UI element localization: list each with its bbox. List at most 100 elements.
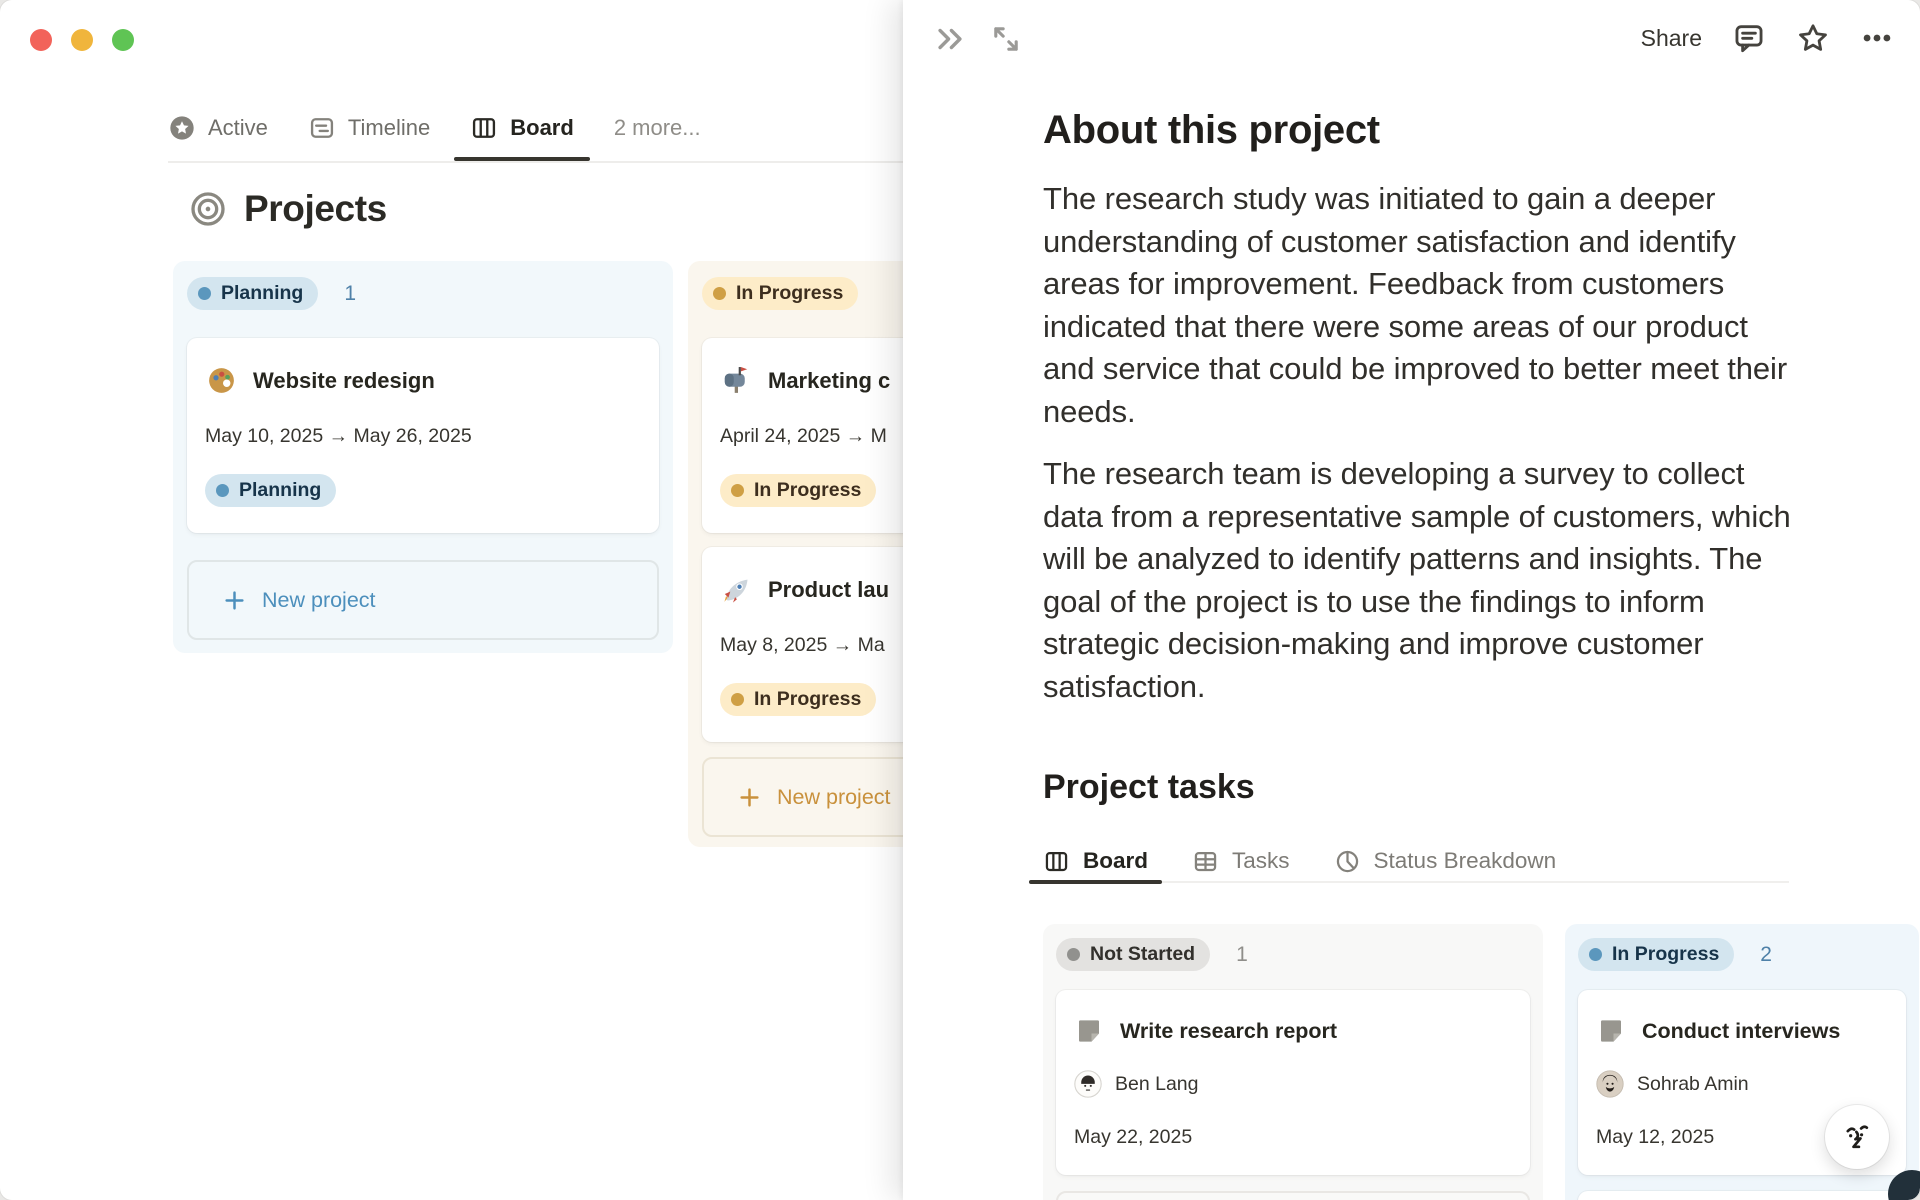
assignee-avatar-sohrab-amin [1596,1070,1624,1098]
notion-window: Active Timeline Board 2 more... Projects… [0,0,1920,1200]
column-header[interactable]: Not Started 1 [1056,938,1530,971]
tab-status-breakdown[interactable]: Status Breakdown [1334,838,1557,884]
timeline-icon [310,118,334,138]
status-label: Planning [239,479,322,501]
assignee-row: Ben Lang [1074,1070,1512,1098]
card-title: Marketing c [768,367,891,393]
status-label: In Progress [1612,943,1720,965]
page-icon [1601,1020,1621,1042]
section-title: Project tasks [1043,768,1255,806]
panel-body: About this project The research study wa… [1028,80,1920,1200]
task-card-interpret-findings[interactable]: Interpret findings [1578,1191,1906,1200]
card-status-tag: In Progress [720,474,877,507]
tab-label: Status Breakdown [1373,848,1557,873]
task-view-tabs: Board Tasks Status Breakdown [1028,838,1789,884]
status-label: In Progress [736,282,844,304]
card-title: Product lau [768,576,890,602]
status-label: In Progress [754,688,862,710]
assignee-row: Sohrab Amin [1596,1070,1888,1098]
task-board: Not Started 1 Write research report Ben … [1043,924,1920,1200]
status-badge-planning: Planning [187,277,319,310]
status-dot [731,484,744,497]
page-title-row: Projects [188,188,387,230]
assignee-name: Sohrab Amin [1637,1072,1749,1095]
tab-tasks[interactable]: Tasks [1192,838,1290,884]
expand-diagonal-icon[interactable] [989,22,1023,56]
paragraph: The research study was initiated to gain… [1043,181,1788,429]
new-task-button[interactable]: New task [1056,1191,1530,1200]
document-title: About this project [1043,108,1380,152]
star-circle-icon [170,116,194,140]
comment-icon[interactable] [1732,21,1766,55]
mailbox-icon [724,367,748,393]
column-count: 1 [344,281,357,305]
status-badge-in-progress: In Progress [1578,938,1735,971]
new-project-label: New project [777,784,891,809]
column-count: 1 [1236,942,1248,966]
tabs-divider [168,161,903,163]
minimize-button[interactable] [71,29,93,51]
card-title: Conduct interviews [1642,1018,1841,1043]
card-title: Website redesign [253,367,435,393]
paragraph: The research team is developing a survey… [1043,456,1791,704]
column-count: 2 [1760,942,1772,966]
status-label: Not Started [1090,943,1196,965]
page-title: Projects [244,188,387,229]
assignee-avatar-ben-lang [1074,1070,1102,1098]
task-column-not-started: Not Started 1 Write research report Ben … [1043,924,1543,1200]
tab-label: Board [1083,848,1149,873]
close-button[interactable] [30,29,52,51]
tab-board-view[interactable]: Board [454,103,590,161]
tab-timeline-view[interactable]: Timeline [308,103,430,153]
status-dot [1589,948,1602,961]
plus-icon [740,787,759,807]
card-date-range: May 10, 2025 → May 26, 2025 [205,425,472,447]
column-header[interactable]: In Progress 2 [1578,938,1906,971]
zoom-button[interactable] [112,29,134,51]
column-header[interactable]: Planning 1 [187,277,659,310]
status-dot [1067,948,1080,961]
board-icon [1045,851,1068,871]
panel-toolbar-left [933,22,1023,56]
target-icon [191,192,225,226]
tab-label: Timeline [347,115,431,140]
board-column-planning: Planning 1 Website redesign May 10, 2025… [173,261,673,653]
side-peek-panel: Share About this project The research st… [903,0,1920,1200]
share-button[interactable]: Share [1641,18,1702,58]
plus-icon [225,590,244,610]
palette-icon [209,368,234,393]
status-badge-in-progress: In Progress [702,277,859,310]
page-icon [1079,1020,1099,1042]
panel-toolbar-right: Share [1641,18,1894,58]
status-badge-not-started: Not Started [1056,938,1211,971]
new-project-label: New project [262,587,376,612]
screen: Active Timeline Board 2 more... Projects… [0,0,1920,1200]
pie-chart-icon [1336,850,1358,872]
notion-ai-face-icon [1846,1125,1869,1149]
tab-label: Tasks [1232,848,1290,873]
tab-label: Active [208,115,268,140]
more-dots-icon[interactable] [1860,21,1894,55]
tab-active-view[interactable]: Active [168,103,268,153]
status-label: Planning [221,282,304,304]
new-project-button-planning[interactable]: New project [187,560,659,640]
task-card-write-research-report[interactable]: Write research report Ben Lang May 22, 2… [1056,990,1530,1175]
status-dot [731,693,744,706]
status-dot [713,287,726,300]
star-icon[interactable] [1796,21,1830,55]
rocket-icon [724,579,748,603]
table-icon [1194,851,1217,871]
card-status-tag: Planning [205,474,337,507]
board-icon [473,118,496,138]
card-status-tag: In Progress [720,683,877,716]
project-card-website-redesign[interactable]: Website redesign May 10, 2025 → May 26, … [187,338,659,533]
traffic-lights [30,29,134,51]
view-tabs: Active Timeline Board 2 more... [168,103,701,161]
double-chevron-right-icon[interactable] [933,22,967,56]
tab-label: Board [510,115,574,140]
notion-ai-button[interactable] [1825,1105,1889,1169]
card-title: Write research report [1120,1018,1338,1043]
tab-board[interactable]: Board [1028,838,1163,884]
more-views-button[interactable]: 2 more... [614,115,701,141]
assignee-name: Ben Lang [1115,1072,1199,1095]
